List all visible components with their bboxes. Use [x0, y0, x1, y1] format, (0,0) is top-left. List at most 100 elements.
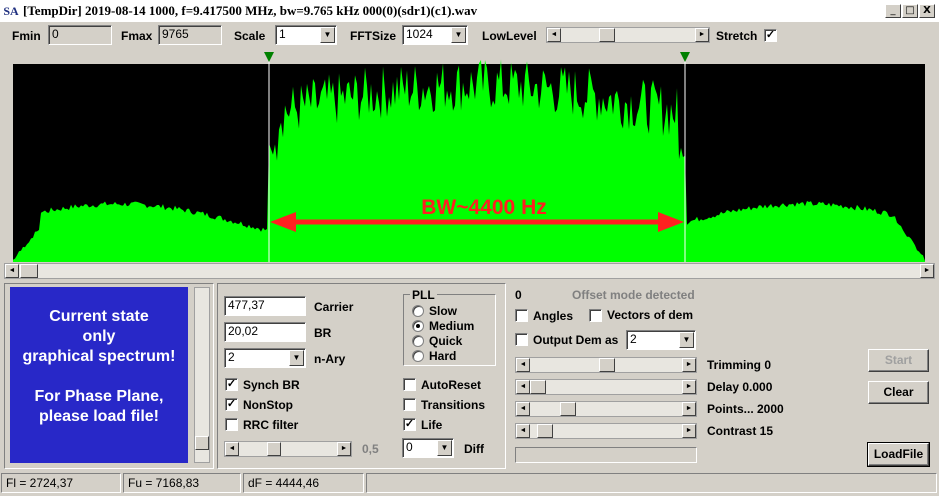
phase-plane: Current state only graphical spectrum! F…	[10, 287, 188, 463]
diff-label: Diff	[464, 442, 484, 456]
close-button[interactable]: X	[919, 4, 935, 18]
lowlevel-label: LowLevel	[482, 29, 537, 43]
life-checkbox[interactable]: ✓	[403, 418, 416, 431]
scroll-right-icon[interactable]: ►	[920, 264, 934, 278]
lower-marker-icon	[264, 52, 274, 62]
title-bar: SA [TempDir] 2019-08-14 1000, f=9.417500…	[0, 0, 939, 22]
fftsize-value: 1024	[406, 27, 433, 41]
status-fl: Fl = 2724,37	[1, 473, 121, 493]
arrow-left-icon[interactable]: ◄	[516, 380, 530, 394]
spectrum-scrollbar[interactable]: ◄ ►	[4, 263, 935, 279]
output-dem-value: 2	[630, 332, 637, 346]
scroll-left-icon[interactable]: ◄	[5, 264, 19, 278]
transitions-checkbox[interactable]	[403, 398, 416, 411]
pll-hard-label: Hard	[429, 349, 457, 363]
pll-hard-radio[interactable]	[412, 350, 424, 362]
lowlevel-slider[interactable]: ◄ ►	[546, 27, 710, 43]
angles-label: Angles	[533, 309, 574, 323]
points-thumb[interactable]	[560, 402, 576, 416]
scale-value: 1	[279, 27, 286, 41]
stretch-label: Stretch	[716, 29, 758, 43]
chevron-down-icon[interactable]: ▼	[679, 332, 694, 348]
angles-checkbox[interactable]	[515, 309, 528, 322]
fmin-field[interactable]: 0	[48, 25, 112, 45]
window-title: [TempDir] 2019-08-14 1000, f=9.417500 MH…	[23, 3, 478, 18]
start-button[interactable]: Start	[868, 349, 929, 372]
carrier-input[interactable]: 477,37	[224, 296, 306, 316]
spectrum-plot[interactable]: BW~4400 Hz	[0, 48, 939, 280]
delay-thumb[interactable]	[530, 380, 546, 394]
nonstop-checkbox[interactable]: ✓	[225, 398, 238, 411]
autoreset-checkbox[interactable]	[403, 378, 416, 391]
arrow-left-icon[interactable]: ◄	[516, 424, 530, 438]
synch-br-checkbox[interactable]: ✓	[225, 378, 238, 391]
pll-medium-radio[interactable]	[412, 320, 424, 332]
chevron-down-icon[interactable]: ▼	[320, 27, 335, 43]
fftsize-select[interactable]: 1024 ▼	[402, 25, 468, 45]
delay-label: Delay 0.000	[707, 380, 773, 394]
phase-line4: For Phase Plane,	[34, 388, 164, 405]
pll-quick-radio[interactable]	[412, 335, 424, 347]
arrow-right-icon[interactable]: ►	[682, 380, 696, 394]
scale-select[interactable]: 1 ▼	[275, 25, 337, 45]
rrc-label: RRC filter	[243, 418, 299, 432]
vectors-checkbox[interactable]	[589, 309, 602, 322]
phase-line5: please load file!	[38, 408, 160, 425]
rrc-slider[interactable]: ◄ ►	[224, 441, 352, 457]
trimming-label: Trimming 0	[707, 358, 772, 372]
minimize-button[interactable]: _	[885, 4, 901, 18]
arrow-left-icon[interactable]: ◄	[516, 402, 530, 416]
scale-label: Scale	[234, 29, 266, 43]
delay-slider[interactable]: ◄ ►	[515, 379, 697, 395]
app-icon[interactable]: SA	[3, 3, 19, 19]
app-window: SA [TempDir] 2019-08-14 1000, f=9.417500…	[0, 0, 939, 496]
spectrum-scroll-thumb[interactable]	[20, 264, 38, 278]
phase-line3: graphical spectrum!	[22, 348, 176, 365]
contrast-slider[interactable]: ◄ ►	[515, 423, 697, 439]
points-slider[interactable]: ◄ ►	[515, 401, 697, 417]
arrow-left-icon[interactable]: ◄	[516, 358, 530, 372]
phase-line1: Current state	[49, 308, 149, 325]
br-input[interactable]: 20,02	[224, 322, 306, 342]
pll-slow-radio[interactable]	[412, 305, 424, 317]
output-dem-checkbox[interactable]	[515, 333, 528, 346]
arrow-right-icon[interactable]: ►	[682, 402, 696, 416]
output-dem-label: Output Dem as	[533, 333, 619, 347]
contrast-label: Contrast 15	[707, 424, 774, 438]
rrc-checkbox[interactable]	[225, 418, 238, 431]
loadfile-button[interactable]: LoadFile	[867, 442, 930, 467]
diff-select[interactable]: 0 ▼	[402, 438, 454, 458]
maximize-button[interactable]: □	[902, 4, 918, 18]
phase-vscrollbar[interactable]	[194, 287, 210, 463]
contrast-thumb[interactable]	[537, 424, 553, 438]
fmax-field[interactable]: 9765	[158, 25, 222, 45]
diff-value: 0	[406, 440, 413, 454]
arrow-right-icon[interactable]: ►	[682, 424, 696, 438]
nary-select[interactable]: 2 ▼	[224, 348, 306, 368]
clear-button[interactable]: Clear	[868, 381, 929, 404]
points-label: Points... 2000	[707, 402, 784, 416]
stretch-checkbox[interactable]: ✓	[764, 29, 777, 42]
rrc-thumb[interactable]	[267, 442, 281, 456]
arrow-right-icon[interactable]: ►	[695, 28, 709, 42]
arrow-right-icon[interactable]: ►	[682, 358, 696, 372]
arrow-left-icon[interactable]: ◄	[225, 442, 239, 456]
arrow-right-icon[interactable]: ►	[337, 442, 351, 456]
spectrum-area: BW~4400 Hz	[0, 48, 939, 280]
bandwidth-annotation: BW~4400 Hz	[421, 196, 546, 219]
status-fu: Fu = 7168,83	[123, 473, 241, 493]
chevron-down-icon[interactable]: ▼	[451, 27, 466, 43]
arrow-left-icon[interactable]: ◄	[547, 28, 561, 42]
phase-vscroll-thumb[interactable]	[195, 436, 209, 450]
pll-quick-label: Quick	[429, 334, 463, 348]
trimming-slider[interactable]: ◄ ►	[515, 357, 697, 373]
trimming-thumb[interactable]	[599, 358, 615, 372]
life-label: Life	[421, 418, 443, 432]
chevron-down-icon[interactable]: ▼	[289, 350, 304, 366]
nary-label: n-Ary	[314, 352, 346, 366]
fmax-label: Fmax	[121, 29, 153, 43]
vectors-label: Vectors of dem	[607, 308, 694, 322]
output-dem-select[interactable]: 2 ▼	[626, 330, 696, 350]
lowlevel-thumb[interactable]	[599, 28, 615, 42]
chevron-down-icon[interactable]: ▼	[437, 440, 452, 456]
